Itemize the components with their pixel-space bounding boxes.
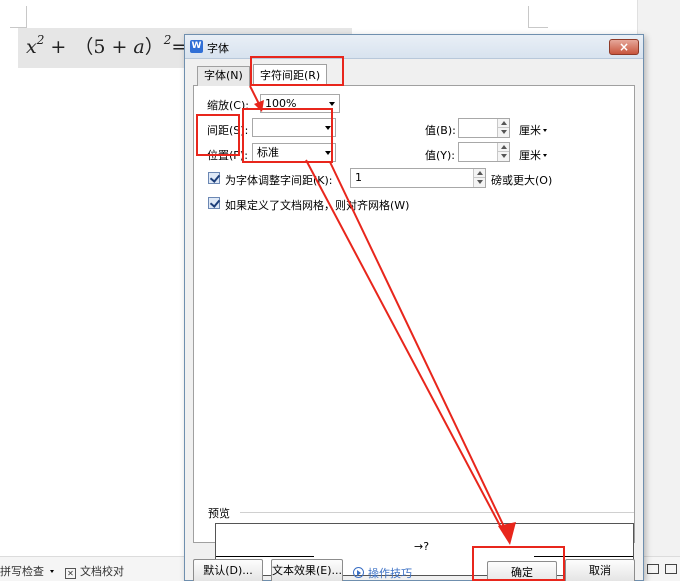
wps-writer-icon: W — [190, 40, 203, 53]
stepper-down-icon[interactable] — [497, 152, 509, 161]
page-margin-marker — [528, 27, 548, 28]
view-layout-icon[interactable] — [647, 564, 659, 574]
ok-button[interactable]: 确定 — [487, 561, 557, 581]
kerning-suffix-label: 磅或更大(O) — [491, 174, 553, 187]
font-dialog: W 字体 × 缩放(C): 100% 间距(S): 值(B): 厘米 位置(P)… — [184, 34, 644, 581]
close-button[interactable]: × — [609, 39, 639, 55]
page-margin-marker — [528, 6, 529, 28]
position-value-label: 值(Y): — [425, 149, 456, 162]
position-value-stepper[interactable] — [458, 142, 510, 162]
page-margin-marker — [26, 6, 27, 28]
chevron-down-icon — [543, 129, 547, 132]
tab-character-spacing[interactable]: 字符间距(R) — [253, 64, 328, 86]
snap-grid-checkbox[interactable] — [208, 197, 220, 209]
default-button[interactable]: 默认(D)... — [193, 559, 263, 581]
chevron-down-icon — [325, 126, 331, 130]
dialog-titlebar[interactable]: W 字体 × — [185, 35, 643, 59]
scale-label: 缩放(C): — [207, 99, 249, 112]
chevron-down-icon — [325, 151, 331, 155]
preview-label: 预览 — [208, 507, 230, 520]
character-spacing-panel: 缩放(C): 100% 间距(S): 值(B): 厘米 位置(P): 标准 值(… — [193, 85, 635, 576]
kerning-stepper[interactable]: 1 — [350, 168, 486, 188]
dialog-title: 字体 — [207, 42, 229, 55]
preview-baseline — [534, 556, 633, 557]
stepper-down-icon[interactable] — [473, 178, 485, 187]
spacing-label: 间距(S): — [207, 124, 249, 137]
tab-font[interactable]: 字体(N) — [197, 66, 250, 86]
spacing-value-stepper[interactable] — [458, 118, 510, 138]
proofread-icon: ✕ — [65, 568, 76, 579]
stepper-up-icon[interactable] — [497, 119, 509, 128]
play-circle-icon — [353, 567, 364, 578]
stepper-up-icon[interactable] — [497, 143, 509, 152]
kerning-checkbox[interactable] — [208, 172, 220, 184]
position-unit-select[interactable]: 厘米 — [519, 147, 547, 163]
stepper-down-icon[interactable] — [497, 128, 509, 137]
chevron-down-icon — [49, 570, 54, 573]
chevron-down-icon — [543, 154, 547, 157]
kerning-label: 为字体调整字间距(K): — [225, 174, 333, 187]
spacing-unit-select[interactable]: 厘米 — [519, 122, 547, 138]
spell-check-button[interactable]: 拼写检查 — [0, 563, 54, 579]
spacing-select[interactable] — [252, 118, 336, 137]
preview-sample-text: →? — [414, 540, 430, 553]
reading-view-icon[interactable] — [665, 564, 677, 574]
chevron-down-icon — [329, 102, 335, 106]
snap-grid-label: 如果定义了文档网格，则对齐网格(W) — [225, 199, 410, 212]
cancel-button[interactable]: 取消 — [565, 559, 635, 581]
spacing-value-label: 值(B): — [425, 124, 456, 137]
document-formula: x2 + （5 + a）2= — [26, 33, 188, 58]
text-effects-button[interactable]: 文本效果(E)... — [271, 559, 343, 581]
scale-select[interactable]: 100% — [260, 94, 340, 113]
stepper-up-icon[interactable] — [473, 169, 485, 178]
tips-link[interactable]: 操作技巧 — [353, 565, 412, 581]
preview-divider — [240, 512, 634, 513]
position-label: 位置(P): — [207, 149, 248, 162]
position-select[interactable]: 标准 — [252, 143, 336, 162]
preview-baseline — [216, 556, 314, 557]
doc-proofread-button[interactable]: ✕ 文档校对 — [65, 563, 124, 579]
